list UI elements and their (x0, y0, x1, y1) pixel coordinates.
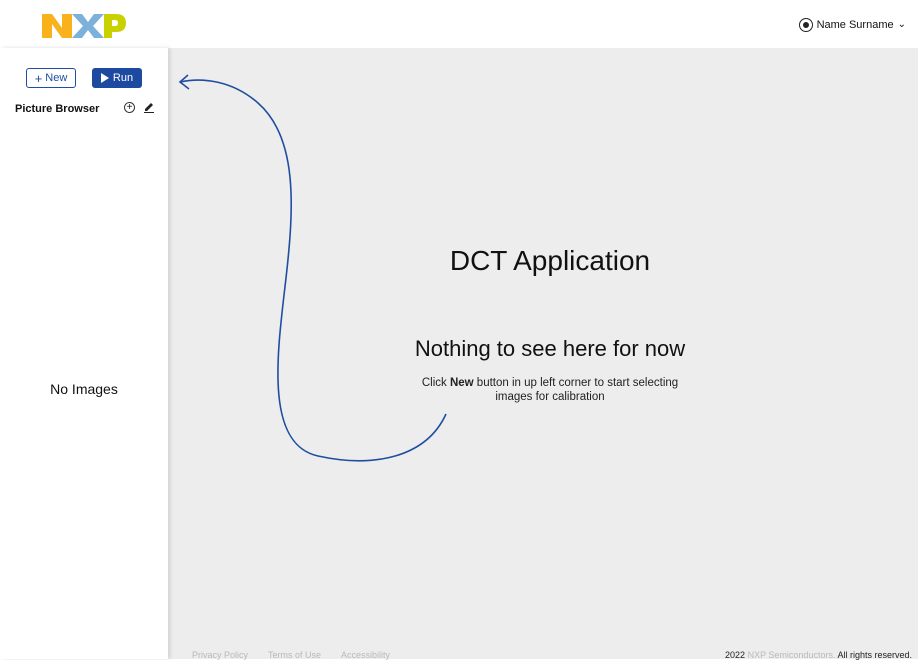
nxp-logo[interactable] (42, 12, 126, 40)
pencil-icon[interactable] (143, 101, 155, 113)
user-name: Name Surname (816, 19, 894, 31)
chevron-down-icon: ⌄ (897, 19, 906, 30)
run-button[interactable]: Run (92, 68, 142, 88)
hint-prefix: Click (421, 377, 450, 389)
run-button-label: Run (112, 72, 134, 84)
new-button-label: New (45, 72, 68, 84)
play-icon (100, 73, 109, 83)
sidebar: + New Run Picture Browser + No Images (0, 48, 168, 659)
no-images-text: No Images (50, 381, 118, 397)
user-menu[interactable]: Name Surname ⌄ (798, 18, 906, 32)
app-header: Name Surname ⌄ (0, 0, 918, 48)
hint-bold: New (449, 377, 474, 389)
empty-state-heading: Nothing to see here for now (414, 336, 686, 361)
add-circle-icon[interactable]: + (124, 102, 135, 113)
user-avatar-icon (798, 18, 813, 32)
page-title: DCT Application (449, 245, 651, 276)
empty-state-hint: Click New button in up left corner to st… (420, 376, 680, 404)
main-content: DCT Application Nothing to see here for … (168, 48, 918, 660)
plus-icon: + (34, 70, 43, 86)
new-button[interactable]: + New (26, 68, 76, 88)
picture-browser-title: Picture Browser (15, 103, 100, 115)
hint-suffix: button in up left corner to start select… (473, 377, 679, 403)
